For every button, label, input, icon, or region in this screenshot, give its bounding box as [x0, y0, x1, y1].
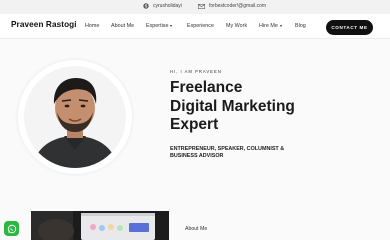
- avatar: [24, 66, 126, 168]
- whatsapp-button[interactable]: [4, 221, 19, 236]
- mail-icon: [198, 3, 205, 9]
- hero-headline-line: Digital Marketing: [170, 97, 295, 115]
- top-contact-bar: S cyrusholidayi forbestcoder!@gmail.com: [0, 0, 390, 14]
- hero-subtitle: ENTREPRENEUR, SPEAKER, COLUMNIST & BUSIN…: [170, 146, 285, 159]
- skype-handle: cyrusholidayi: [153, 3, 182, 9]
- hero-headline: Freelance Digital Marketing Expert: [170, 79, 295, 135]
- skype-contact[interactable]: S cyrusholidayi: [143, 3, 182, 9]
- email-contact[interactable]: forbestcoder!@gmail.com: [198, 3, 266, 9]
- nav-home[interactable]: Home: [85, 23, 99, 29]
- avatar-frame: [18, 60, 132, 174]
- nav-about-me[interactable]: About Me: [111, 23, 134, 29]
- nav-blog[interactable]: Blog: [295, 23, 306, 29]
- nav-experience[interactable]: Experience: [187, 23, 214, 29]
- skype-icon: S: [143, 3, 149, 9]
- chevron-down-icon: [279, 24, 282, 27]
- hero-headline-line: Freelance: [170, 79, 243, 96]
- contact-me-button[interactable]: CONTACT ME: [326, 20, 373, 35]
- nav-expertise[interactable]: Expertise: [146, 23, 173, 29]
- about-image: [31, 211, 169, 240]
- about-section-label: About Me: [185, 226, 208, 232]
- svg-text:S: S: [145, 3, 148, 8]
- email-address: forbestcoder!@gmail.com: [209, 3, 267, 9]
- site-brand[interactable]: Praveen Rastogi: [11, 20, 77, 29]
- hero-eyebrow: HI, I AM PRAVEEN: [170, 69, 222, 74]
- chevron-down-icon: [170, 24, 173, 27]
- nav-my-work[interactable]: My Work: [226, 23, 247, 29]
- nav-hire-me[interactable]: Hire Me: [259, 23, 282, 29]
- hero-headline-line: Expert: [170, 116, 219, 133]
- whatsapp-icon: [7, 224, 16, 233]
